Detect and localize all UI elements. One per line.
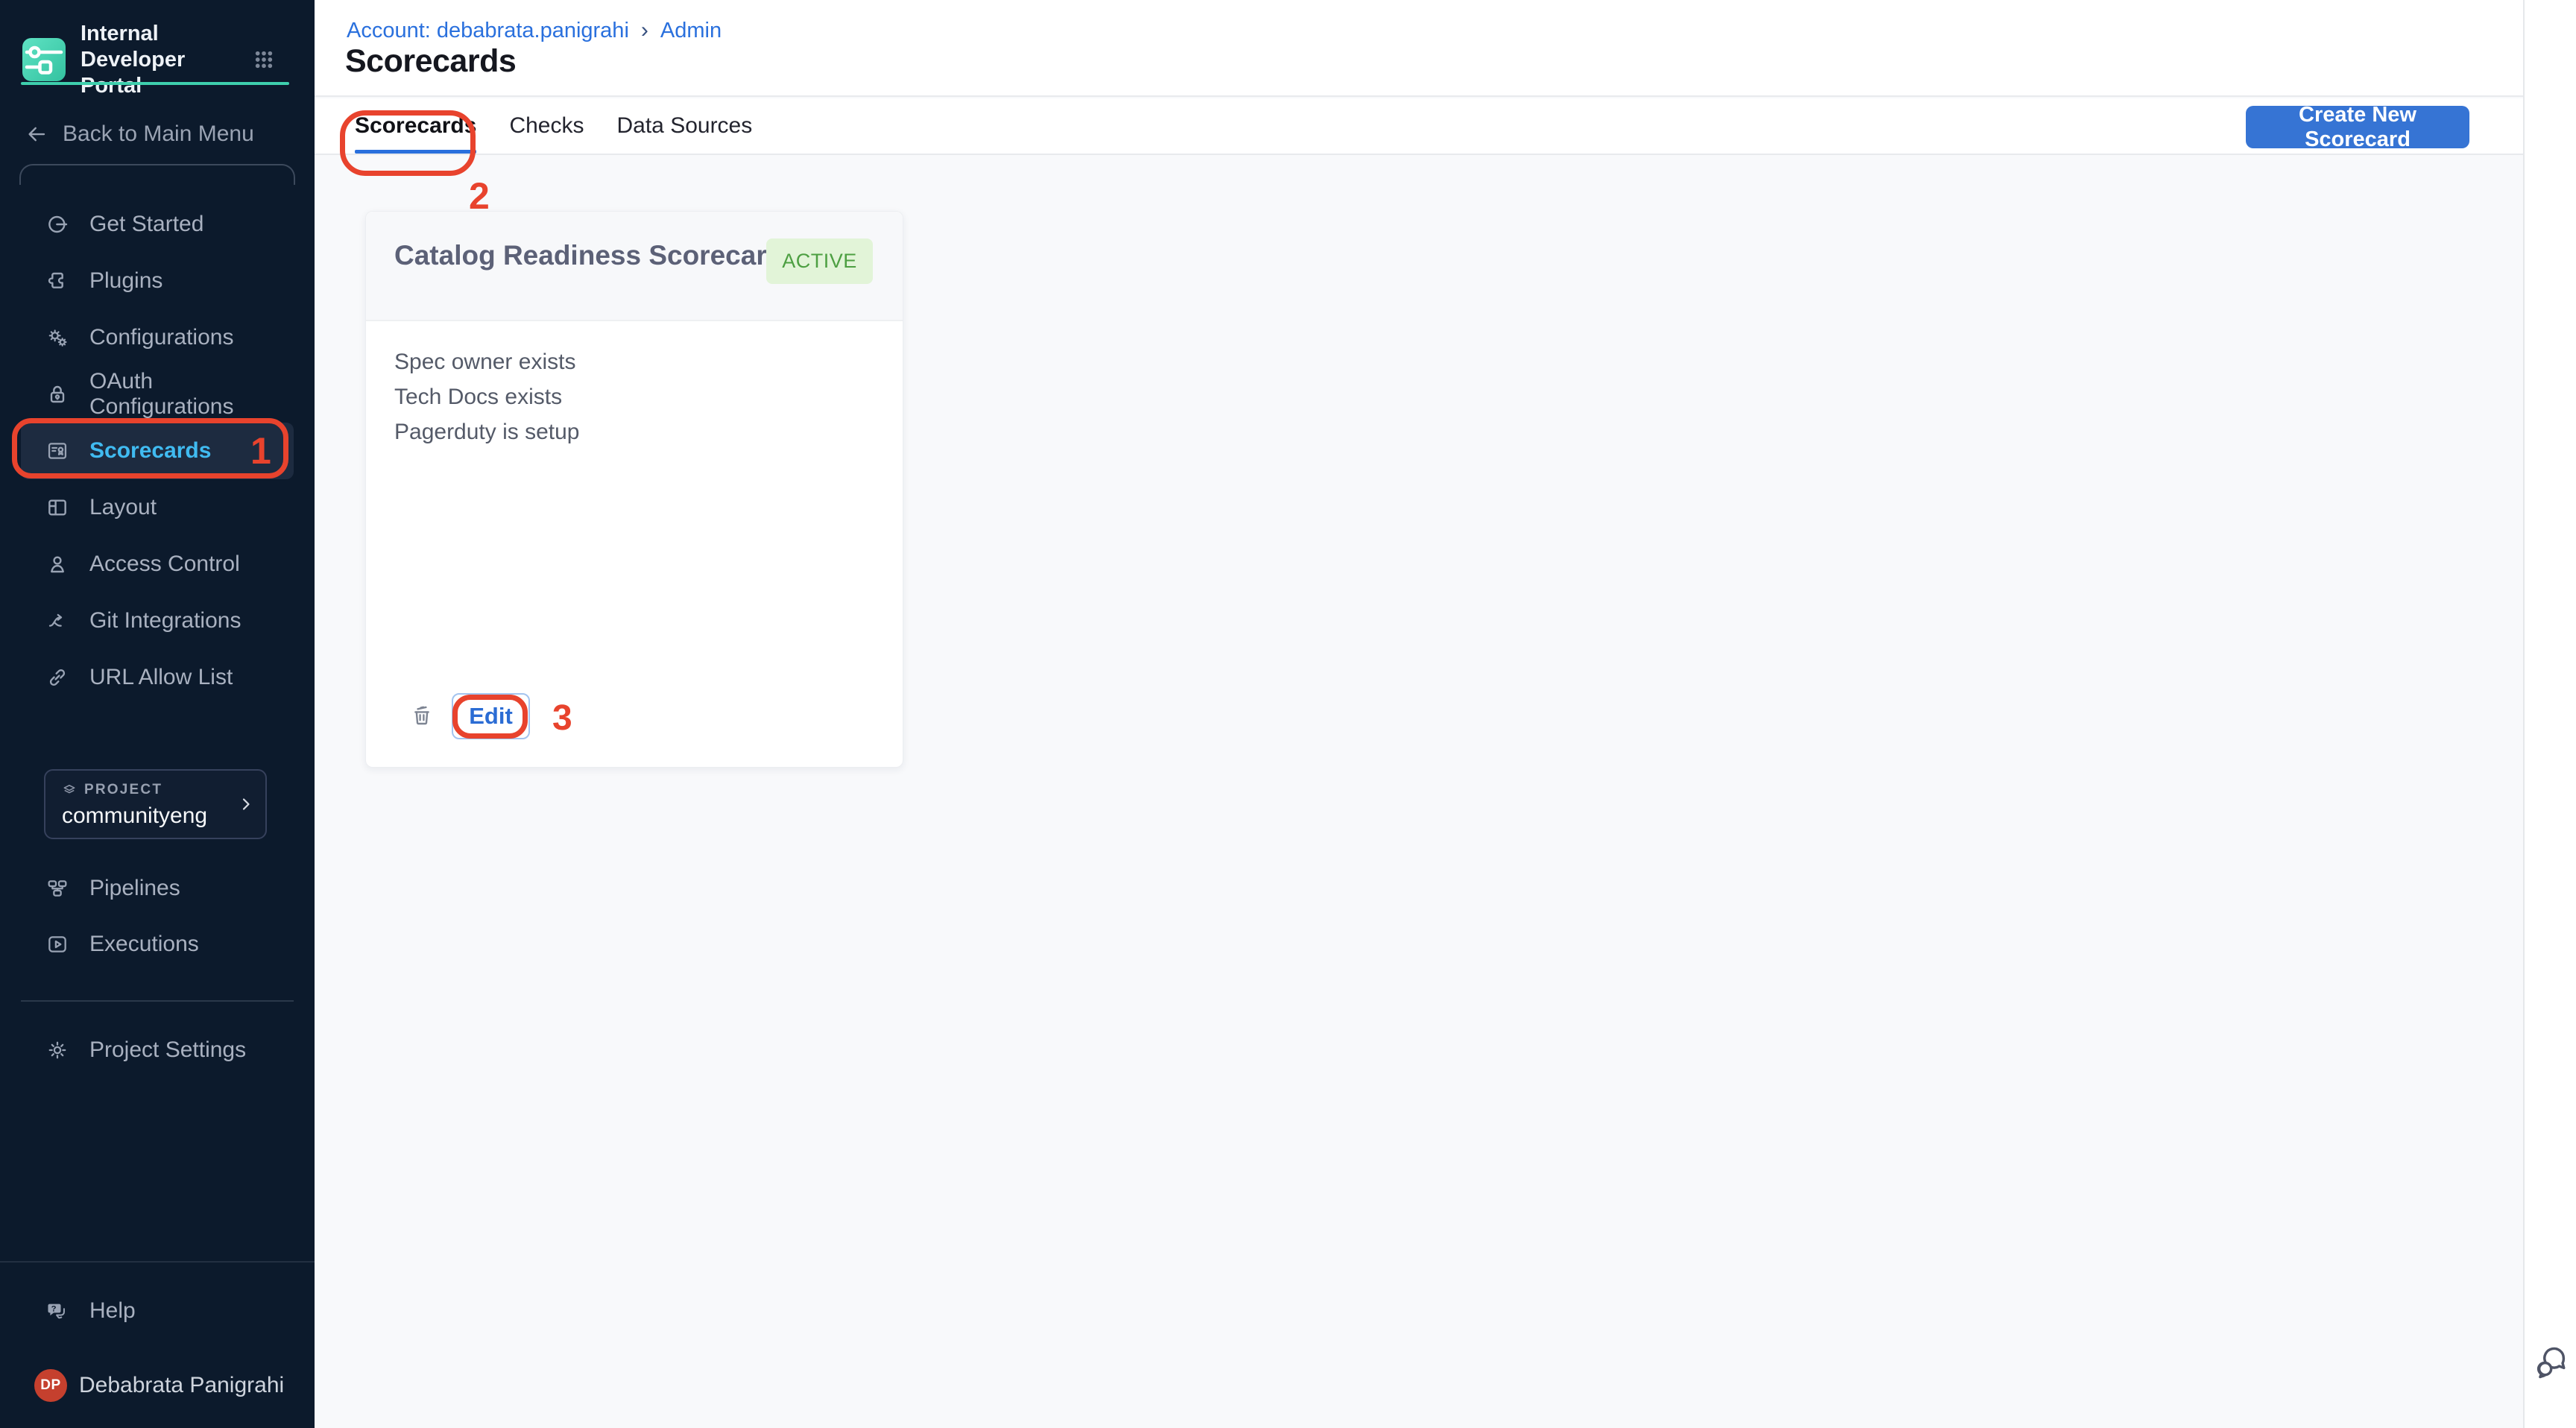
sidebar-item-get-started[interactable]: Get Started <box>21 196 294 253</box>
person-icon <box>45 552 69 576</box>
delete-scorecard-button[interactable] <box>405 698 439 732</box>
page-header: Account: debabrata.panigrahi › Admin Sco… <box>315 0 2523 97</box>
scorecard-card-header: Catalog Readiness Scorecard ACTIVE <box>366 212 903 321</box>
sidebar-item-label: Get Started <box>89 212 203 237</box>
back-to-main-menu[interactable]: Back to Main Menu <box>25 113 254 155</box>
get-started-icon <box>45 212 69 236</box>
back-to-main-menu-label: Back to Main Menu <box>63 121 254 147</box>
app-title: Internal Developer Portal <box>80 21 215 98</box>
executions-play-icon <box>45 932 69 956</box>
brand-divider <box>21 82 289 85</box>
sidebar-item-plugins[interactable]: Plugins <box>21 253 294 309</box>
tab-checks[interactable]: Checks <box>509 98 584 154</box>
sidebar-item-configurations[interactable]: Configurations <box>21 309 294 366</box>
git-branch-icon <box>45 609 69 633</box>
gear-icon <box>45 1038 69 1062</box>
sidebar-item-project-settings[interactable]: Project Settings <box>21 1023 294 1078</box>
tab-scorecards[interactable]: Scorecards <box>355 98 476 154</box>
chevron-right-icon <box>237 795 255 813</box>
edit-scorecard-button[interactable]: Edit <box>452 693 530 739</box>
sidebar-item-git-integrations[interactable]: Git Integrations <box>21 593 294 649</box>
scorecard-icon <box>45 439 69 463</box>
sidebar-item-label: Project Settings <box>89 1037 246 1063</box>
page-title: Scorecards <box>345 43 516 80</box>
scorecard-check-item: Tech Docs exists <box>394 379 579 414</box>
sidebar-item-label: Access Control <box>89 552 240 577</box>
sidebar-item-label: Pipelines <box>89 876 180 901</box>
scorecard-checks-list: Spec owner exists Tech Docs exists Pager… <box>394 344 579 449</box>
admin-nav: Get Started Plugins Configurations <box>0 196 315 706</box>
sidebar: Internal Developer Portal Back to Main M… <box>0 0 315 1428</box>
project-selector[interactable]: PROJECT communityeng <box>44 769 267 839</box>
layout-icon <box>45 496 69 519</box>
breadcrumb-account-link[interactable]: Account: debabrata.panigrahi <box>347 19 629 43</box>
status-badge: ACTIVE <box>766 238 873 284</box>
sidebar-item-oauth-configurations[interactable]: OAuth Configurations <box>21 366 294 423</box>
breadcrumb-admin-link[interactable]: Admin <box>660 19 722 43</box>
tab-bar: Scorecards Checks Data Sources Create Ne… <box>315 98 2523 155</box>
user-menu[interactable]: DP Debabrata Panigrahi <box>21 1358 294 1413</box>
sidebar-item-label: OAuth Configurations <box>89 369 294 420</box>
sidebar-item-label: Layout <box>89 495 157 520</box>
project-label: PROJECT <box>84 782 162 798</box>
pipelines-icon <box>45 876 69 900</box>
logo-row: Internal Developer Portal <box>22 21 292 98</box>
sidebar-item-label: URL Allow List <box>89 665 233 690</box>
app-grid-icon[interactable] <box>249 45 279 75</box>
create-new-scorecard-button[interactable]: Create New Scorecard <box>2246 106 2469 148</box>
breadcrumb-separator-icon: › <box>641 18 648 43</box>
support-chat-button[interactable] <box>2531 1343 2570 1382</box>
scorecard-title: Catalog Readiness Scorecard <box>394 240 783 271</box>
project-name: communityeng <box>62 803 207 829</box>
breadcrumb: Account: debabrata.panigrahi › Admin <box>347 18 722 43</box>
sidebar-divider <box>21 1000 294 1002</box>
sidebar-item-label: Git Integrations <box>89 608 241 634</box>
link-icon <box>45 666 69 689</box>
gears-icon <box>45 326 69 350</box>
svg-text:?: ? <box>51 1304 57 1313</box>
layers-icon <box>62 783 77 797</box>
nav-container-border <box>19 164 295 185</box>
sidebar-divider <box>0 1261 315 1263</box>
sidebar-item-label: Help <box>89 1298 136 1324</box>
scorecard-check-item: Pagerduty is setup <box>394 414 579 449</box>
sidebar-item-url-allow-list[interactable]: URL Allow List <box>21 649 294 706</box>
project-label-row: PROJECT <box>62 782 162 798</box>
scorecard-card: Catalog Readiness Scorecard ACTIVE Spec … <box>365 211 903 768</box>
sidebar-item-executions[interactable]: Executions <box>21 917 294 972</box>
plugins-icon <box>45 269 69 293</box>
sidebar-item-label: Executions <box>89 932 199 957</box>
sidebar-item-label: Plugins <box>89 268 162 294</box>
sidebar-item-layout[interactable]: Layout <box>21 479 294 536</box>
chat-bubbles-icon <box>2531 1343 2570 1382</box>
sidebar-item-access-control[interactable]: Access Control <box>21 536 294 593</box>
lock-icon <box>45 382 69 406</box>
avatar: DP <box>34 1369 67 1402</box>
idp-logo-icon <box>22 38 66 81</box>
sidebar-item-label: Scorecards <box>89 438 211 464</box>
user-name: Debabrata Panigrahi <box>79 1373 284 1398</box>
sidebar-item-label: Configurations <box>89 325 233 350</box>
scorecard-check-item: Spec owner exists <box>394 344 579 379</box>
sidebar-item-pipelines[interactable]: Pipelines <box>21 861 294 916</box>
sidebar-item-scorecards[interactable]: Scorecards <box>21 423 294 479</box>
sidebar-item-help[interactable]: ? Help <box>21 1283 294 1339</box>
right-rail <box>2523 0 2576 1428</box>
main-content: Account: debabrata.panigrahi › Admin Sco… <box>315 0 2523 1428</box>
trash-icon <box>408 701 435 728</box>
tab-data-sources[interactable]: Data Sources <box>616 98 752 154</box>
arrow-left-icon <box>25 123 48 145</box>
help-chat-icon: ? <box>45 1299 69 1323</box>
